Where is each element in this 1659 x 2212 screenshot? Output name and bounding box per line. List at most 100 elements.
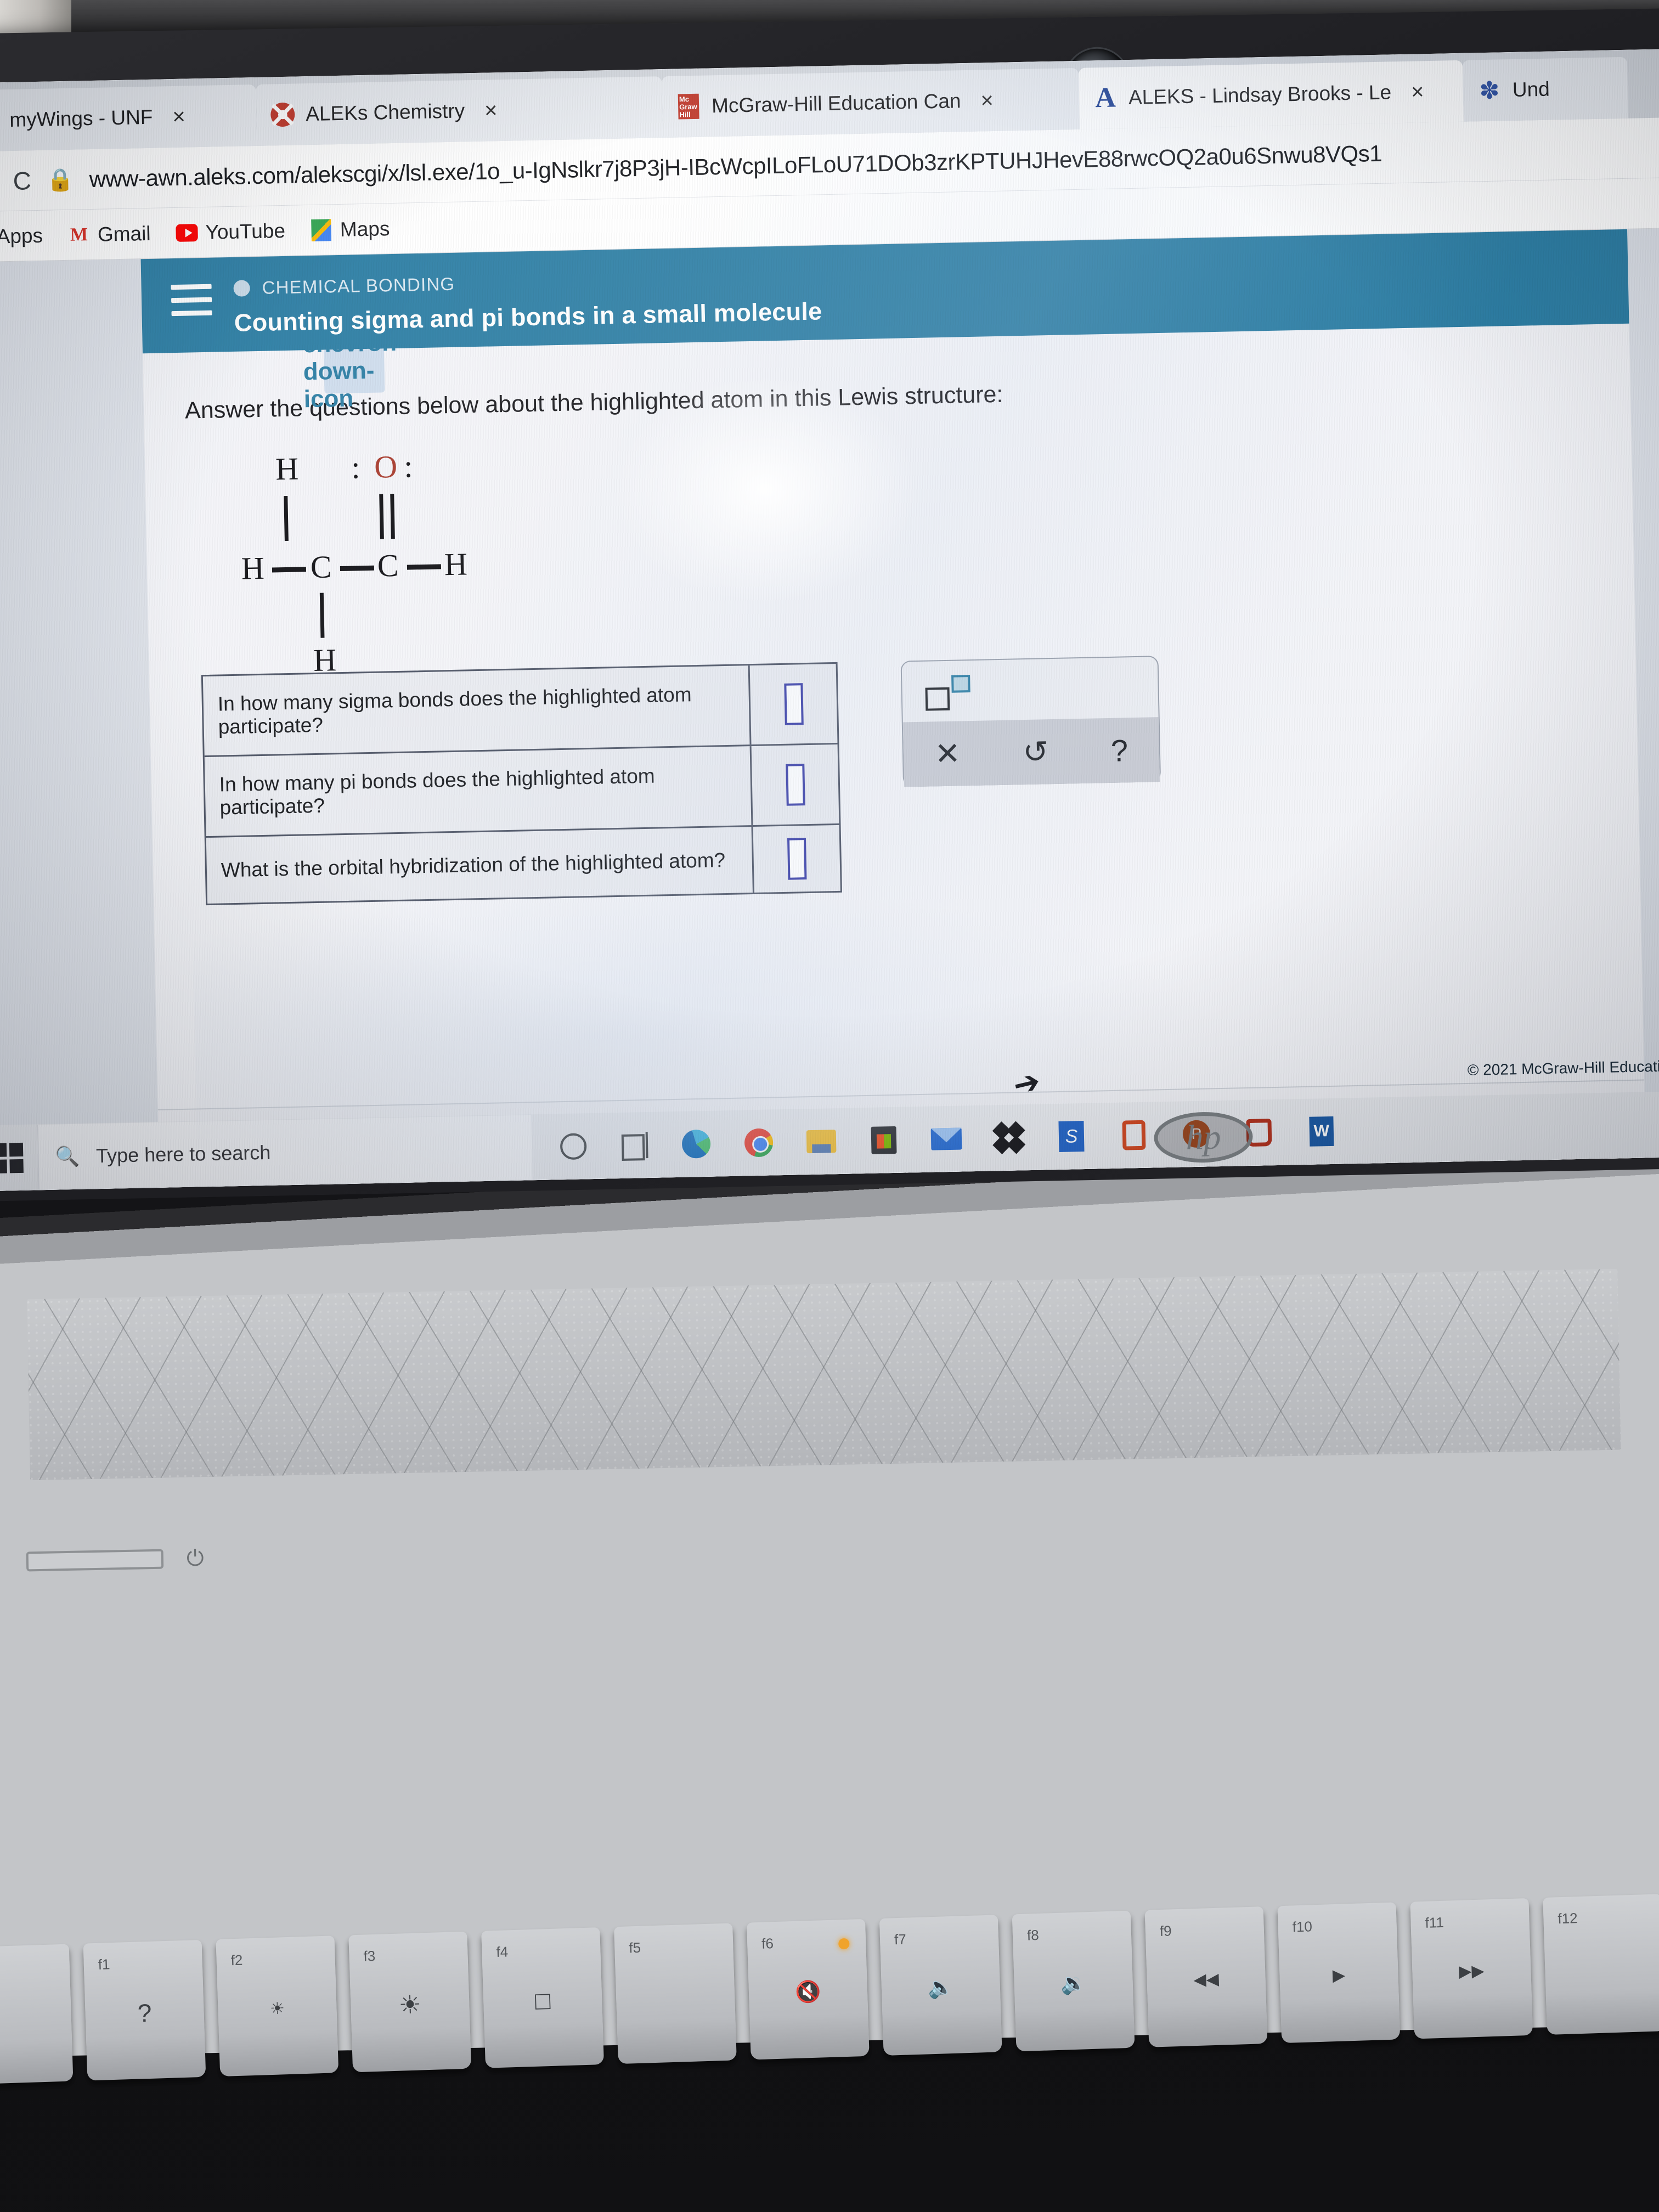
browser-tab-aleks-lindsay-brooks[interactable]: A ALEKS - Lindsay Brooks - Le × [1078, 60, 1464, 129]
key-f5[interactable]: f5 [614, 1923, 737, 2064]
word-icon[interactable]: W [1306, 1116, 1337, 1147]
lewis-atom-o-highlighted: O [374, 448, 398, 485]
table-row: In how many sigma bonds does the highlig… [202, 663, 838, 758]
bookmark-apps[interactable]: Apps [0, 224, 43, 249]
question-text-sigma: In how many sigma bonds does the highlig… [217, 683, 692, 738]
superscript-base-box [925, 687, 950, 711]
lock-icon: 🔒 [46, 167, 75, 193]
search-placeholder: Type here to search [95, 1141, 271, 1167]
bookmark-youtube[interactable]: YouTube [176, 219, 285, 244]
key-f12[interactable]: f12 [1543, 1894, 1659, 2035]
browser-tab-und[interactable]: ✽ Und [1462, 57, 1628, 122]
reload-icon[interactable]: C [13, 166, 31, 196]
laptop-screen: myWings - UNF × ALEKs Chemistry × Mc Graw… [0, 48, 1659, 1192]
topic-category-label: CHEMICAL BONDING [262, 273, 455, 298]
mail-icon[interactable] [930, 1124, 962, 1155]
answer-cell-sigma[interactable] [748, 663, 838, 745]
fingerprint-reader [26, 1549, 164, 1572]
answer-cell-pi[interactable] [749, 744, 839, 826]
key-f10[interactable]: f10 ▶ [1277, 1902, 1401, 2044]
lewis-bond-o-c2-b [390, 494, 395, 539]
undo-button[interactable]: ↺ [1023, 733, 1049, 770]
answer-cell-hybridization[interactable] [751, 825, 840, 893]
dropbox-icon[interactable] [992, 1121, 1026, 1155]
key-label: f3 [363, 1947, 376, 1965]
bookmark-label: Gmail [97, 222, 151, 246]
key-f9[interactable]: f9 ◀◀ [1144, 1906, 1268, 2047]
power-button-icon[interactable]: ⏻ [179, 1543, 211, 1574]
hamburger-menu-icon[interactable] [171, 284, 212, 324]
key-f3[interactable]: f3 ☀ [348, 1931, 472, 2073]
microsoft-store-icon[interactable] [868, 1125, 899, 1156]
lewis-atom-h-bottom: H [313, 642, 337, 679]
key-f1[interactable]: f1 ? [83, 1939, 206, 2081]
cortana-icon[interactable] [560, 1133, 587, 1160]
windows-start-icon[interactable] [0, 1142, 38, 1173]
key-label: f10 [1292, 1918, 1313, 1936]
key-f11[interactable]: f11 ▶▶ [1410, 1898, 1533, 2039]
key-label: f4 [495, 1943, 509, 1961]
tab-close-button[interactable]: × [484, 98, 498, 123]
browser-tab-mywings[interactable]: myWings - UNF × [0, 84, 258, 152]
key-esc[interactable]: esc [0, 1944, 74, 2085]
browser-tab-aleks-chemistry[interactable]: ALEKs Chemistry × [256, 76, 664, 146]
search-icon: 🔍 [54, 1144, 80, 1168]
lewis-atom-h-right: H [444, 546, 468, 583]
google-chrome-icon[interactable] [743, 1127, 775, 1158]
tab-close-button[interactable]: × [1411, 80, 1424, 104]
office-icon[interactable] [1118, 1120, 1149, 1151]
hybridization-answer-input[interactable] [787, 838, 806, 880]
bookmark-label: Maps [340, 217, 390, 241]
question-text-hybridization: What is the orbital hybridization of the… [221, 849, 726, 882]
key-glyph-help: ? [137, 1998, 153, 2028]
aleks-main-panel: CHEMICAL BONDING Counting sigma and pi b… [140, 229, 1646, 1192]
page-left-margin [0, 259, 160, 1192]
photo-scene: myWings - UNF × ALEKs Chemistry × Mc Graw… [0, 0, 1659, 2212]
sigma-answer-input[interactable] [783, 683, 804, 725]
tab-close-button[interactable]: × [980, 88, 994, 112]
key-label: f12 [1558, 1910, 1578, 1927]
url-input[interactable]: www-awn.aleks.com/alekscgi/x/lsl.exe/1o_… [89, 140, 1382, 192]
tab-close-button[interactable]: × [172, 104, 185, 129]
tab-title: McGraw-Hill Education Can [711, 89, 961, 117]
key-f7[interactable]: f7 🔈 [879, 1915, 1002, 2056]
key-label: f9 [1159, 1922, 1172, 1940]
palette-tools-row [902, 657, 1159, 722]
aleks-topic-eyebrow: CHEMICAL BONDING [233, 266, 821, 299]
chevron-down-icon[interactable]: chevron-down-icon [302, 329, 405, 413]
key-f4[interactable]: f4 □ [481, 1927, 604, 2068]
google-maps-icon [311, 218, 333, 241]
taskbar-search-input[interactable]: 🔍 Type here to search [37, 1115, 533, 1190]
key-f8[interactable]: f8 🔉 [1012, 1910, 1135, 2052]
superscript-tool-icon[interactable] [925, 675, 975, 711]
mute-indicator-led [838, 1938, 850, 1950]
bookmark-maps[interactable]: Maps [311, 217, 390, 242]
bookmark-gmail[interactable]: M Gmail [68, 222, 151, 246]
tab-title: ALEKs Chemistry [305, 99, 465, 126]
palette-actions-row: ✕ ↺ ? [902, 717, 1160, 787]
aleks-application: CHEMICAL BONDING Counting sigma and pi b… [0, 228, 1659, 1192]
file-explorer-icon[interactable] [806, 1126, 837, 1157]
help-button[interactable]: ? [1110, 732, 1128, 769]
lewis-atom-c2: C [377, 547, 399, 584]
lewis-structure-diagram: H : O : H C C H H [241, 445, 665, 679]
lewis-lone-pair-left: : [351, 449, 360, 486]
browser-tab-mcgraw-hill[interactable]: Mc Graw Hill McGraw-Hill Education Can × [662, 67, 1080, 138]
table-row: In how many pi bonds does the highlighte… [204, 744, 839, 838]
key-f2[interactable]: f2 ☀ [216, 1936, 339, 2076]
answer-tool-palette: ✕ ↺ ? [900, 656, 1161, 787]
key-glyph-volume-up: 🔉 [1060, 1972, 1087, 1996]
pi-answer-input[interactable] [785, 764, 805, 806]
skype-icon[interactable]: S [1056, 1121, 1087, 1152]
microsoft-edge-icon[interactable] [681, 1128, 712, 1160]
task-view-icon[interactable] [618, 1130, 650, 1161]
key-f6[interactable]: f6 🔇 [746, 1918, 870, 2060]
key-glyph-display-switch: □ [534, 1986, 551, 2015]
mcgraw-hill-icon: Mc Graw Hill [676, 93, 701, 120]
questions-table: In how many sigma bonds does the highlig… [201, 662, 842, 906]
clear-button[interactable]: ✕ [934, 735, 961, 772]
lewis-atom-h-top: H [275, 450, 299, 487]
key-label: f7 [894, 1931, 907, 1948]
lewis-bond-c2-h-right [407, 564, 441, 570]
lewis-bond-c1-c2 [340, 565, 375, 572]
